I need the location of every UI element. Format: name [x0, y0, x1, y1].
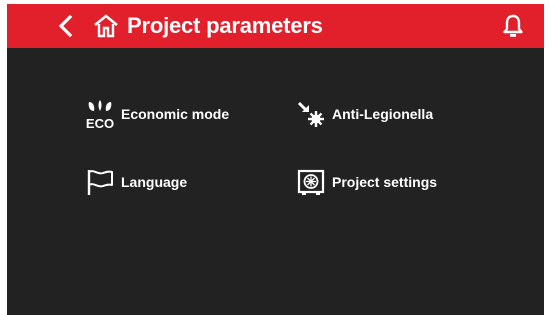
- anti-legionella-label: Anti-Legionella: [332, 106, 434, 122]
- screen: Project parameters ECO Economic mode Ant…: [7, 4, 544, 315]
- anti-legionella-icon: [294, 97, 328, 131]
- flag-icon: [83, 165, 117, 199]
- home-icon[interactable]: [93, 13, 119, 39]
- page-title: Project parameters: [127, 13, 323, 38]
- project-settings-item[interactable]: Project settings: [294, 165, 437, 199]
- project-settings-label: Project settings: [332, 174, 438, 190]
- language-item[interactable]: Language: [83, 165, 187, 199]
- language-label: Language: [121, 174, 188, 190]
- svg-text:ECO: ECO: [86, 116, 114, 131]
- anti-legionella-item[interactable]: Anti-Legionella: [294, 97, 433, 131]
- chevron-left-icon[interactable]: [54, 14, 78, 38]
- economic-mode-item[interactable]: ECO Economic mode: [83, 97, 229, 131]
- bell-icon[interactable]: [501, 13, 525, 39]
- title-bar: Project parameters: [7, 4, 544, 48]
- eco-icon: ECO: [83, 97, 117, 131]
- economic-mode-label: Economic mode: [121, 106, 230, 122]
- project-settings-icon: [294, 165, 328, 199]
